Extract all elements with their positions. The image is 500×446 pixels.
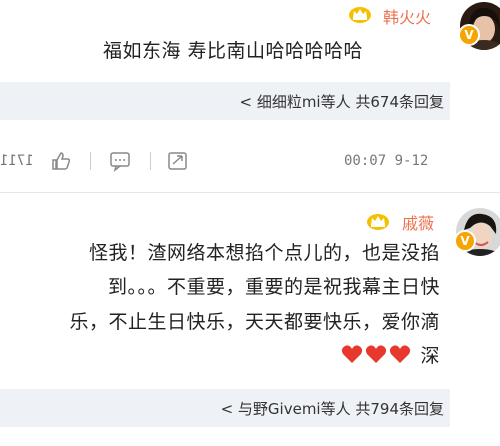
comment-text-line: 乐，不止生日快乐，天天都要快乐，爱你滴 — [69, 311, 440, 333]
heart-icon — [389, 345, 411, 363]
comment-divider — [0, 192, 500, 193]
emoji-hearts — [341, 344, 413, 368]
reply-summary-text[interactable]: 细细粒mi等人 共674条回复 > — [239, 91, 444, 112]
meta-divider — [90, 152, 91, 170]
share-icon[interactable] — [167, 150, 189, 172]
meta-divider — [150, 152, 151, 170]
verified-v-icon: V — [458, 24, 480, 46]
avatar[interactable]: V — [454, 208, 500, 256]
avatar[interactable]: V — [458, 2, 500, 50]
reply-summary-text[interactable]: 与野Givemi等人 共794条回复 > — [221, 398, 444, 419]
comment-text: 福如东海 寿比南山哈哈哈哈哈 — [103, 40, 364, 62]
comment-text-line: 到。。。不重要，重要的是祝我幕主日快 — [107, 276, 440, 298]
verified-v-icon: V — [454, 230, 476, 252]
comment-icon[interactable] — [109, 150, 131, 172]
comment-text-line: 怪我！渣网络本想掐个点儿的，也是没掐 — [88, 242, 440, 264]
heart-icon — [341, 345, 363, 363]
user-name[interactable]: 韩火火 — [383, 4, 431, 28]
reply-summary-bar[interactable]: 细细粒mi等人 共674条回复 > — [0, 82, 450, 120]
crown-icon — [367, 214, 389, 230]
heart-icon — [365, 345, 387, 363]
user-name[interactable]: 戚薇 — [402, 210, 434, 234]
comment-time: 9-12 00:07 — [344, 153, 429, 169]
reply-summary-bar[interactable]: 与野Givemi等人 共794条回复 > — [0, 389, 450, 427]
screenshot-canvas: V 韩火火 福如东海 寿比南山哈哈哈哈哈 细细粒mi等人 共674条回复 > 9… — [0, 0, 500, 446]
thumbs-up-icon[interactable] — [50, 150, 72, 172]
crown-icon — [349, 7, 371, 23]
comment-text-line: 深 — [420, 345, 440, 367]
like-count: 1711 — [0, 153, 34, 169]
